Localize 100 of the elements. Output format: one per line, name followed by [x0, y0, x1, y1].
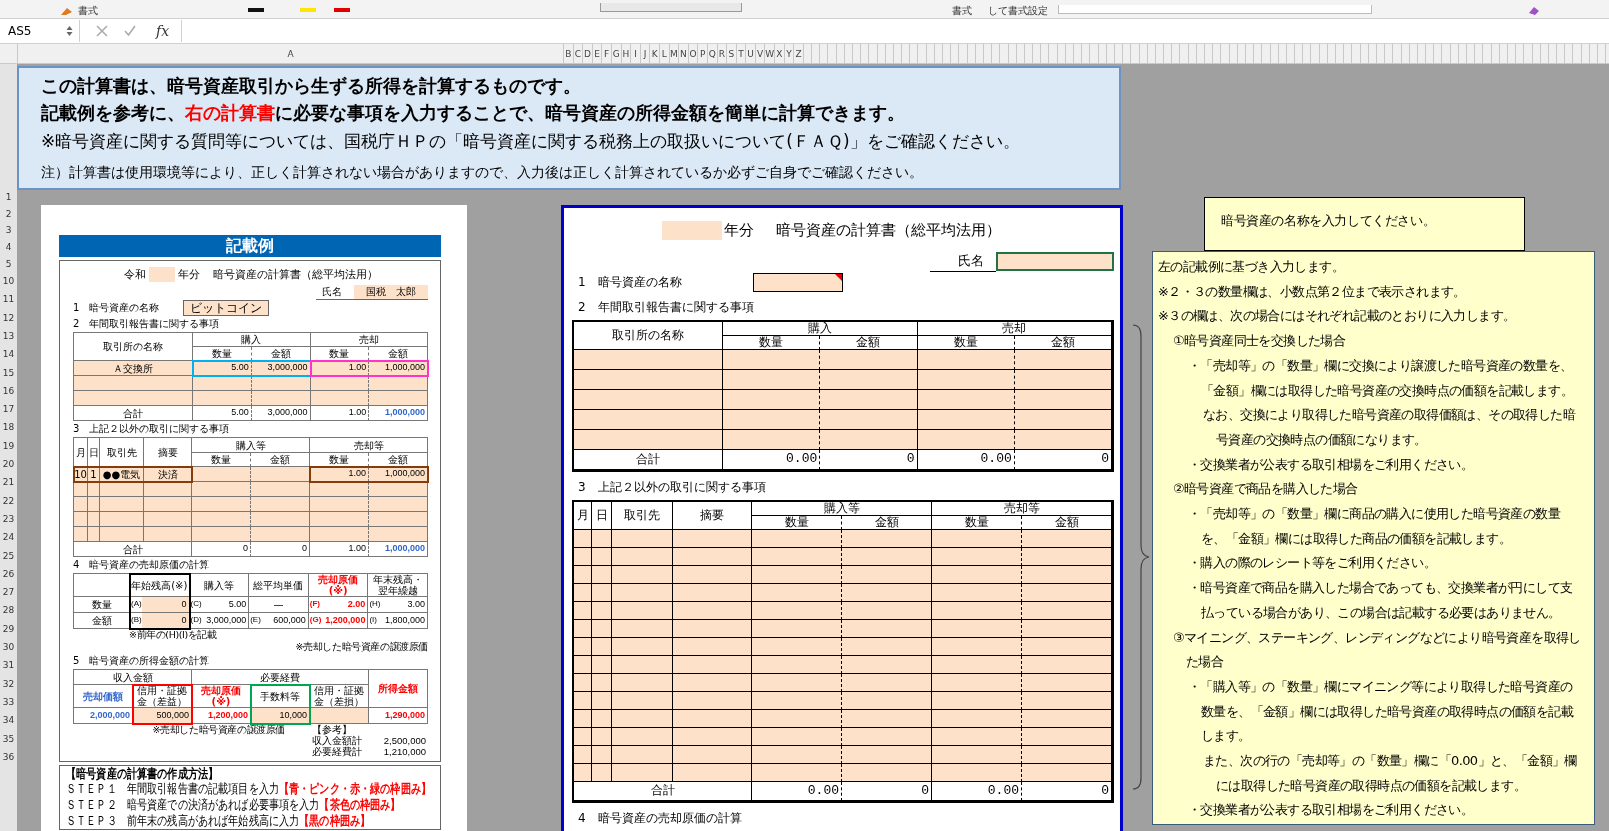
column-header[interactable]: D	[583, 44, 593, 63]
input-cell[interactable]	[1014, 430, 1112, 450]
input-cell[interactable]	[574, 728, 592, 746]
asset-name-field[interactable]	[753, 272, 843, 292]
input-cell[interactable]	[574, 710, 592, 728]
column-header[interactable]: U	[746, 44, 756, 63]
input-cell[interactable]	[932, 584, 1022, 602]
input-cell[interactable]	[1014, 410, 1112, 430]
input-cell[interactable]	[673, 584, 752, 602]
input-cell[interactable]	[932, 728, 1022, 746]
input-cell[interactable]	[842, 566, 932, 584]
row-number[interactable]: 3	[0, 222, 17, 239]
column-header[interactable]: K	[650, 44, 660, 63]
column-header[interactable]: H	[621, 44, 632, 63]
column-header[interactable]: Q	[707, 44, 718, 63]
row-number[interactable]: 28	[0, 601, 17, 620]
name-field[interactable]	[996, 252, 1114, 271]
input-cell[interactable]	[1022, 530, 1112, 548]
input-cell[interactable]	[1014, 390, 1112, 410]
input-cell[interactable]	[917, 430, 1015, 450]
input-cell[interactable]	[574, 430, 723, 450]
column-header[interactable]: E	[592, 44, 603, 63]
input-cell[interactable]	[917, 390, 1015, 410]
input-cell[interactable]	[752, 620, 842, 638]
input-cell[interactable]	[932, 638, 1022, 656]
input-cell[interactable]	[592, 602, 612, 620]
input-cell[interactable]	[673, 548, 752, 566]
check-icon[interactable]	[124, 25, 136, 37]
row-number[interactable]: 23	[0, 509, 17, 529]
input-cell[interactable]	[673, 638, 752, 656]
input-cell[interactable]	[917, 410, 1015, 430]
input-cell[interactable]	[932, 656, 1022, 674]
input-cell[interactable]	[592, 566, 612, 584]
input-cell[interactable]	[1022, 620, 1112, 638]
input-cell[interactable]	[574, 602, 592, 620]
input-cell[interactable]	[673, 710, 752, 728]
column-header[interactable]: C	[573, 44, 584, 63]
input-cell[interactable]	[592, 674, 612, 692]
ribbon-label[interactable]: 書式	[952, 4, 972, 18]
brush-icon[interactable]	[60, 6, 74, 16]
column-header[interactable]: G	[611, 44, 622, 63]
input-cell[interactable]	[1022, 674, 1112, 692]
input-cell[interactable]	[612, 548, 673, 566]
input-cell[interactable]	[574, 674, 592, 692]
color-swatch[interactable]	[300, 8, 316, 12]
input-cell[interactable]	[842, 674, 932, 692]
input-cell[interactable]	[612, 710, 673, 728]
input-cell[interactable]	[752, 656, 842, 674]
input-cell[interactable]	[1022, 584, 1112, 602]
input-cell[interactable]	[752, 566, 842, 584]
input-cell[interactable]	[932, 548, 1022, 566]
input-cell[interactable]	[612, 602, 673, 620]
input-cell[interactable]	[932, 566, 1022, 584]
input-cell[interactable]	[917, 370, 1015, 390]
input-cell[interactable]	[1022, 710, 1112, 728]
input-cell[interactable]	[673, 764, 752, 782]
input-cell[interactable]	[612, 656, 673, 674]
column-header[interactable]: M	[669, 44, 680, 63]
input-cell[interactable]	[673, 728, 752, 746]
input-cell[interactable]	[1022, 566, 1112, 584]
input-cell[interactable]	[1022, 602, 1112, 620]
input-cell[interactable]	[752, 584, 842, 602]
input-cell[interactable]	[592, 548, 612, 566]
input-cell[interactable]	[752, 728, 842, 746]
input-cell[interactable]	[932, 530, 1022, 548]
input-cell[interactable]	[842, 584, 932, 602]
input-cell[interactable]	[1022, 764, 1112, 782]
input-cell[interactable]	[673, 656, 752, 674]
input-cell[interactable]	[592, 638, 612, 656]
year-field[interactable]	[662, 220, 722, 240]
input-cell[interactable]	[723, 370, 821, 390]
input-cell[interactable]	[752, 674, 842, 692]
input-cell[interactable]	[612, 674, 673, 692]
input-cell[interactable]	[592, 746, 612, 764]
input-cell[interactable]	[842, 548, 932, 566]
input-cell[interactable]	[612, 584, 673, 602]
column-header[interactable]: P	[698, 44, 708, 63]
input-cell[interactable]	[574, 370, 723, 390]
input-cell[interactable]	[932, 746, 1022, 764]
input-cell[interactable]	[752, 530, 842, 548]
input-cell[interactable]	[932, 674, 1022, 692]
row-number[interactable]: 35	[0, 729, 17, 748]
input-cell[interactable]	[932, 620, 1022, 638]
input-cell[interactable]	[842, 656, 932, 674]
row-number[interactable]: 32	[0, 674, 17, 693]
input-cell[interactable]	[673, 566, 752, 584]
row-number[interactable]: 11	[0, 290, 17, 309]
input-cell[interactable]	[592, 620, 612, 638]
column-header[interactable]: L	[659, 44, 670, 63]
row-number[interactable]: 30	[0, 637, 17, 657]
input-cell[interactable]	[612, 566, 673, 584]
input-cell[interactable]	[574, 638, 592, 656]
row-number[interactable]: 19	[0, 436, 17, 455]
input-cell[interactable]	[1022, 638, 1112, 656]
input-cell[interactable]	[574, 350, 723, 370]
input-cell[interactable]	[592, 764, 612, 782]
input-cell[interactable]	[612, 746, 673, 764]
input-cell[interactable]	[612, 530, 673, 548]
input-cell[interactable]	[612, 620, 673, 638]
row-number[interactable]: 5	[0, 255, 17, 272]
